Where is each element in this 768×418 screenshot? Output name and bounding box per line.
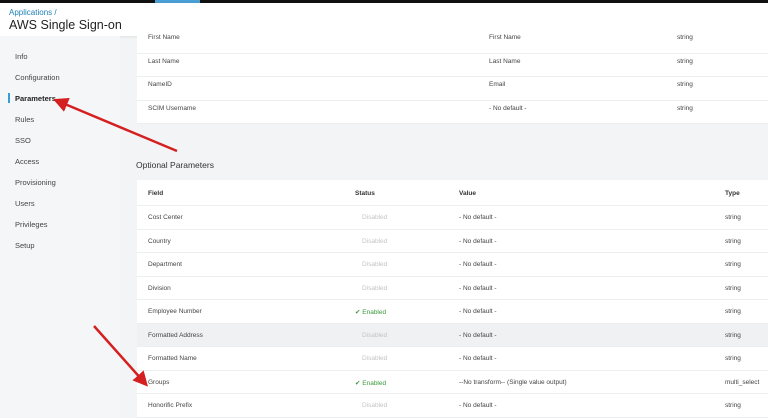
arrow-to-groups — [93, 325, 148, 387]
arrow-to-parameters — [53, 97, 178, 153]
annotation-arrows — [53, 97, 178, 387]
